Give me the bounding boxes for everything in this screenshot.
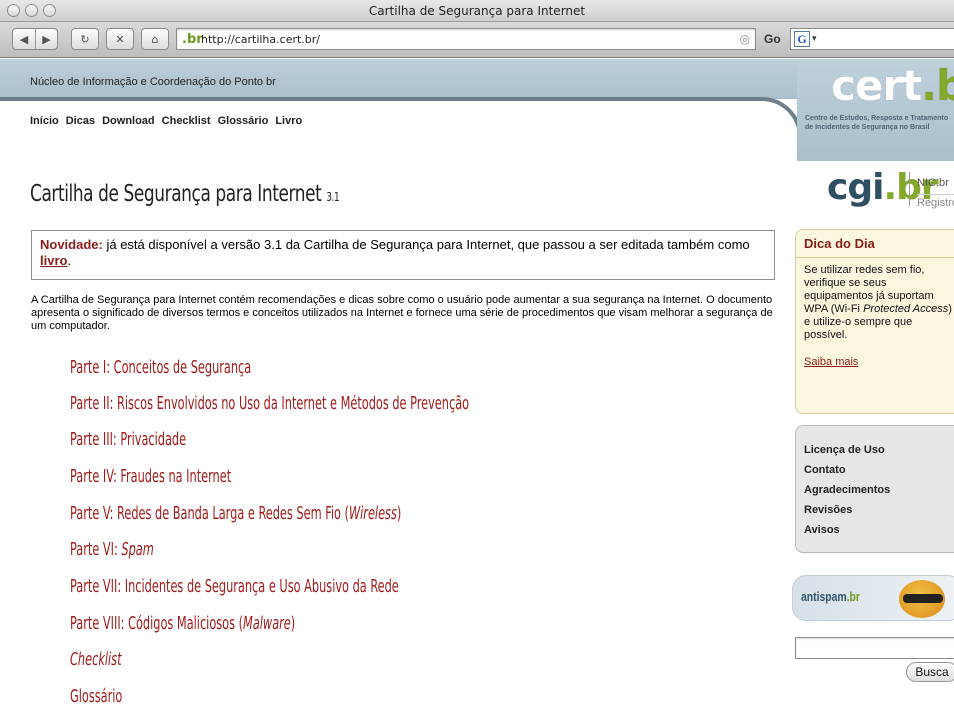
cert-logo-text: cert.br bbox=[831, 65, 954, 107]
sidebar-link-contato[interactable]: Contato bbox=[804, 460, 954, 480]
tip-title: Dica do Dia bbox=[804, 236, 875, 251]
cgi-logo-word: cgi bbox=[827, 167, 884, 208]
stop-group: ✕ bbox=[106, 28, 134, 50]
forward-button[interactable]: ▶ bbox=[35, 29, 57, 49]
go-button[interactable]: Go bbox=[764, 32, 781, 46]
address-bar[interactable]: .br http://cartilha.cert.br/ ◎ bbox=[176, 28, 756, 50]
toc-parte-8-suffix: ) bbox=[290, 613, 296, 634]
chevron-down-icon[interactable]: ▾ bbox=[812, 33, 817, 44]
notice-end: . bbox=[67, 253, 72, 268]
snapback-icon[interactable]: ◎ bbox=[740, 32, 750, 46]
toc-parte-8-prefix: Parte VIII: Códigos Maliciosos ( bbox=[70, 613, 244, 634]
address-url[interactable]: http://cartilha.cert.br/ bbox=[201, 33, 320, 46]
cert-logo-br: .br bbox=[921, 61, 954, 110]
toc-parte-6-prefix: Parte VI: bbox=[70, 539, 122, 560]
toc-parte-8-italic: Malware bbox=[243, 613, 291, 634]
cert-br-logo[interactable]: cert.br Centro de Estudos, Resposta e Tr… bbox=[797, 59, 954, 161]
notice-text: já está disponível a versão 3.1 da Carti… bbox=[106, 237, 750, 252]
main-nav: Início Dicas Download Checklist Glossári… bbox=[30, 115, 302, 127]
nav-dicas[interactable]: Dicas bbox=[66, 115, 95, 127]
org-name[interactable]: Núcleo de Informação e Coordenação do Po… bbox=[30, 76, 276, 88]
home-button[interactable]: ⌂ bbox=[142, 29, 168, 49]
page-title-text: Cartilha de Segurança para Internet bbox=[30, 181, 322, 207]
back-button[interactable]: ◀ bbox=[13, 29, 35, 49]
intro-paragraph: A Cartilha de Segurança para Internet co… bbox=[31, 294, 773, 332]
toc-parte-3[interactable]: Parte III: Privacidade bbox=[70, 429, 186, 450]
browser-toolbar: ◀ ▶ ↻ ✕ ⌂ .br http://cartilha.cert.br/ ◎… bbox=[0, 22, 954, 58]
page-title: Cartilha de Segurança para Internet 3.1 bbox=[30, 181, 340, 207]
cgi-nic-logo[interactable]: cgi.br NIC.br Registro bbox=[817, 164, 954, 212]
sidebar-links: Licença de Uso Contato Agradecimentos Re… bbox=[795, 425, 954, 553]
back-forward-group: ◀ ▶ bbox=[12, 28, 58, 50]
header-band: Núcleo de Informação e Coordenação do Po… bbox=[0, 59, 800, 99]
toc-parte-8[interactable]: Parte VIII: Códigos Maliciosos (Malware) bbox=[70, 613, 295, 634]
toc-parte-5-prefix: Parte V: Redes de Banda Larga e Redes Se… bbox=[70, 503, 349, 524]
sidebar-link-agradecimentos[interactable]: Agradecimentos bbox=[804, 480, 954, 500]
registro-text: Registro bbox=[917, 194, 954, 210]
search-field[interactable]: G ▾ bbox=[790, 28, 954, 50]
toc-parte-6[interactable]: Parte VI: Spam bbox=[70, 539, 154, 560]
antispam-word: antispam bbox=[801, 589, 847, 604]
toc-parte-6-italic: Spam bbox=[121, 539, 154, 560]
nic-text: NIC.br bbox=[917, 177, 949, 189]
toc-parte-5-italic: Wireless bbox=[348, 503, 397, 524]
antispam-logo-text: antispam.br bbox=[801, 589, 860, 604]
site-search-input[interactable] bbox=[795, 637, 954, 659]
cert-logo-word: cert bbox=[831, 61, 922, 110]
tip-of-the-day: Dica do Dia Se utilizar redes sem fio, v… bbox=[795, 229, 954, 414]
tip-text-italic: Protected Access bbox=[863, 303, 949, 315]
window-titlebar: Cartilha de Segurança para Internet bbox=[0, 0, 954, 22]
stop-button[interactable]: ✕ bbox=[107, 29, 133, 49]
sidebar-link-revisoes[interactable]: Revisões bbox=[804, 500, 954, 520]
nav-checklist[interactable]: Checklist bbox=[162, 115, 211, 127]
window-title: Cartilha de Segurança para Internet bbox=[368, 4, 586, 18]
site-favicon-icon: .br bbox=[182, 32, 203, 47]
web-page: Núcleo de Informação e Coordenação do Po… bbox=[0, 59, 954, 722]
mascot-mask-icon bbox=[903, 594, 943, 603]
nic-label: NIC.br Registro bbox=[917, 176, 954, 210]
toc-parte-7[interactable]: Parte VII: Incidentes de Segurança e Uso… bbox=[70, 576, 399, 597]
sidebar-link-avisos[interactable]: Avisos bbox=[804, 520, 954, 540]
google-icon[interactable]: G bbox=[794, 31, 810, 47]
antispam-br: .br bbox=[846, 589, 860, 604]
toc-checklist-text: Checklist bbox=[70, 649, 122, 670]
nav-download[interactable]: Download bbox=[102, 115, 155, 127]
news-notice: Novidade: já está disponível a versão 3.… bbox=[31, 230, 775, 280]
toc-glossario[interactable]: Glossário bbox=[70, 686, 122, 707]
sidebar-link-licenca[interactable]: Licença de Uso bbox=[804, 440, 954, 460]
notice-livro-link[interactable]: livro bbox=[40, 253, 67, 268]
tip-divider bbox=[796, 257, 954, 258]
reload-button[interactable]: ↻ bbox=[72, 29, 98, 49]
nav-glossario[interactable]: Glossário bbox=[218, 115, 269, 127]
page-title-version: 3.1 bbox=[326, 190, 340, 204]
toc-parte-5[interactable]: Parte V: Redes de Banda Larga e Redes Se… bbox=[70, 503, 401, 524]
antispam-mascot-icon bbox=[899, 580, 945, 618]
notice-label: Novidade: bbox=[40, 237, 103, 252]
nav-inicio[interactable]: Início bbox=[30, 115, 59, 127]
tip-text: Se utilizar redes sem fio, verifique se … bbox=[804, 264, 954, 342]
tip-more-link[interactable]: Saiba mais bbox=[804, 356, 954, 368]
reload-group: ↻ bbox=[71, 28, 99, 50]
toc-checklist[interactable]: Checklist bbox=[70, 649, 122, 670]
toc-parte-4[interactable]: Parte IV: Fraudes na Internet bbox=[70, 466, 231, 487]
search-button[interactable]: Busca bbox=[906, 662, 954, 682]
toc-parte-2[interactable]: Parte II: Riscos Envolvidos no Uso da In… bbox=[70, 393, 469, 414]
antispam-banner[interactable]: antispam.br bbox=[792, 575, 954, 621]
nav-livro[interactable]: Livro bbox=[275, 115, 302, 127]
toc-parte-1[interactable]: Parte I: Conceitos de Segurança bbox=[70, 357, 251, 378]
cert-logo-subtitle: Centro de Estudos, Resposta e Tratamento… bbox=[805, 115, 949, 131]
home-group: ⌂ bbox=[141, 28, 169, 50]
toc-parte-5-suffix: ) bbox=[396, 503, 402, 524]
logo-divider bbox=[909, 172, 910, 206]
